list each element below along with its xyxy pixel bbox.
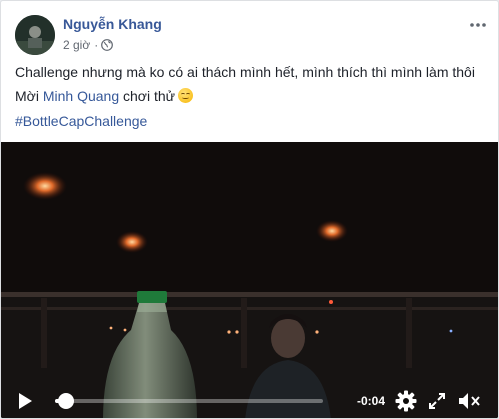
- meta-separator: ·: [94, 38, 99, 52]
- more-dots-icon[interactable]: [468, 15, 488, 35]
- speaker-muted-icon[interactable]: [457, 390, 481, 412]
- progress-track[interactable]: [55, 399, 323, 403]
- expand-icon[interactable]: [427, 391, 447, 411]
- invite-suffix: chơi thử: [119, 88, 176, 104]
- invite-prefix: Mời: [15, 88, 43, 104]
- smiling-face-emoji: [178, 88, 194, 103]
- globe-icon[interactable]: [101, 39, 114, 51]
- author-name[interactable]: Nguyễn Khang: [63, 15, 162, 33]
- hashtag-link[interactable]: #BottleCapChallenge: [15, 112, 147, 131]
- video-player[interactable]: -0:04: [1, 142, 498, 418]
- play-icon[interactable]: [15, 390, 35, 412]
- hashtag-text[interactable]: #BottleCapChallenge: [15, 113, 147, 129]
- post-text: Challenge nhưng mà ko có ai thách mình h…: [15, 64, 475, 80]
- post-card: Nguyễn Khang 2 giờ · Challenge nhưng mà …: [0, 0, 499, 419]
- video-controls: -0:04: [1, 382, 498, 418]
- avatar[interactable]: [15, 15, 55, 55]
- video-frame: [1, 142, 498, 418]
- mention-link[interactable]: Minh Quang: [43, 88, 119, 104]
- post-invite-line: Mời Minh Quang chơi thử: [15, 87, 194, 106]
- post-timestamp[interactable]: 2 giờ: [63, 37, 90, 53]
- gear-icon[interactable]: [395, 390, 417, 412]
- post-meta: 2 giờ ·: [63, 37, 114, 53]
- time-remaining: -0:04: [357, 394, 386, 408]
- progress-knob[interactable]: [58, 393, 75, 409]
